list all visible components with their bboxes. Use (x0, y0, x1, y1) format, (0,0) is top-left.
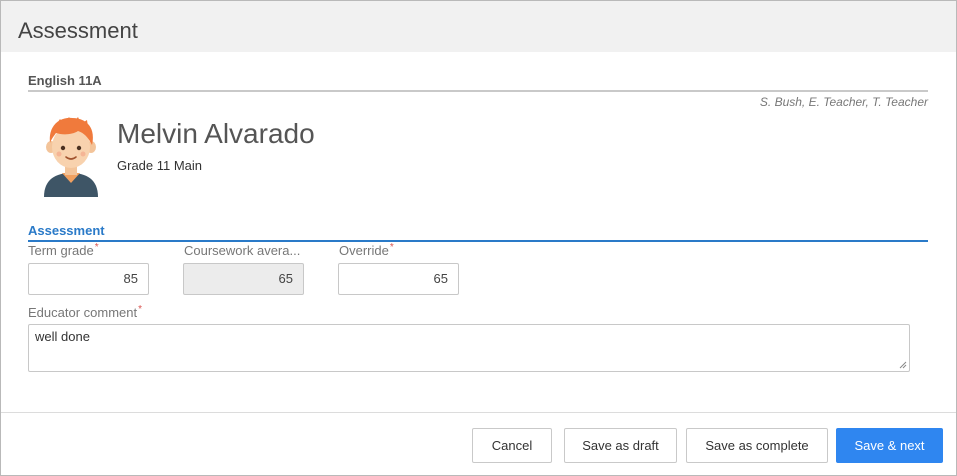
dialog-header: Assessment (1, 1, 956, 52)
dialog-title: Assessment (18, 18, 138, 43)
term-grade-label: Term grade* (28, 242, 99, 258)
override-input[interactable]: 65 (338, 263, 459, 295)
student-grade: Grade 11 Main (117, 158, 203, 173)
save-as-draft-button[interactable]: Save as draft (564, 428, 677, 463)
educator-comment-textarea[interactable]: well done (28, 324, 910, 372)
assessment-dialog: Assessment English 11A S. Bush, E. Teach… (0, 0, 957, 476)
required-marker: * (389, 242, 394, 253)
educator-comment-label: Educator comment* (28, 304, 143, 320)
course-divider (28, 90, 928, 92)
override-label: Override* (339, 242, 394, 258)
section-title-assessment: Assessment (28, 223, 105, 238)
save-as-complete-button[interactable]: Save as complete (686, 428, 828, 463)
educator-comment-text: well done (35, 329, 90, 344)
term-grade-input[interactable]: 85 (28, 263, 149, 295)
required-marker: * (138, 304, 143, 315)
cancel-button[interactable]: Cancel (472, 428, 552, 463)
coursework-average-label: Coursework avera... (184, 243, 301, 258)
footer-divider (1, 412, 956, 413)
resize-grip-icon[interactable] (899, 361, 907, 369)
student-avatar-icon (38, 113, 104, 197)
override-label-text: Override (339, 243, 389, 258)
student-name: Melvin Alvarado (117, 118, 315, 149)
teachers-list: S. Bush, E. Teacher, T. Teacher (759, 95, 928, 109)
section-divider (28, 240, 928, 242)
educator-comment-label-text: Educator comment (28, 305, 138, 320)
course-name: English 11A (28, 73, 102, 88)
save-and-next-button[interactable]: Save & next (836, 428, 943, 463)
coursework-average-field: 65 (183, 263, 304, 295)
term-grade-label-text: Term grade (28, 243, 94, 258)
required-marker: * (94, 242, 99, 253)
